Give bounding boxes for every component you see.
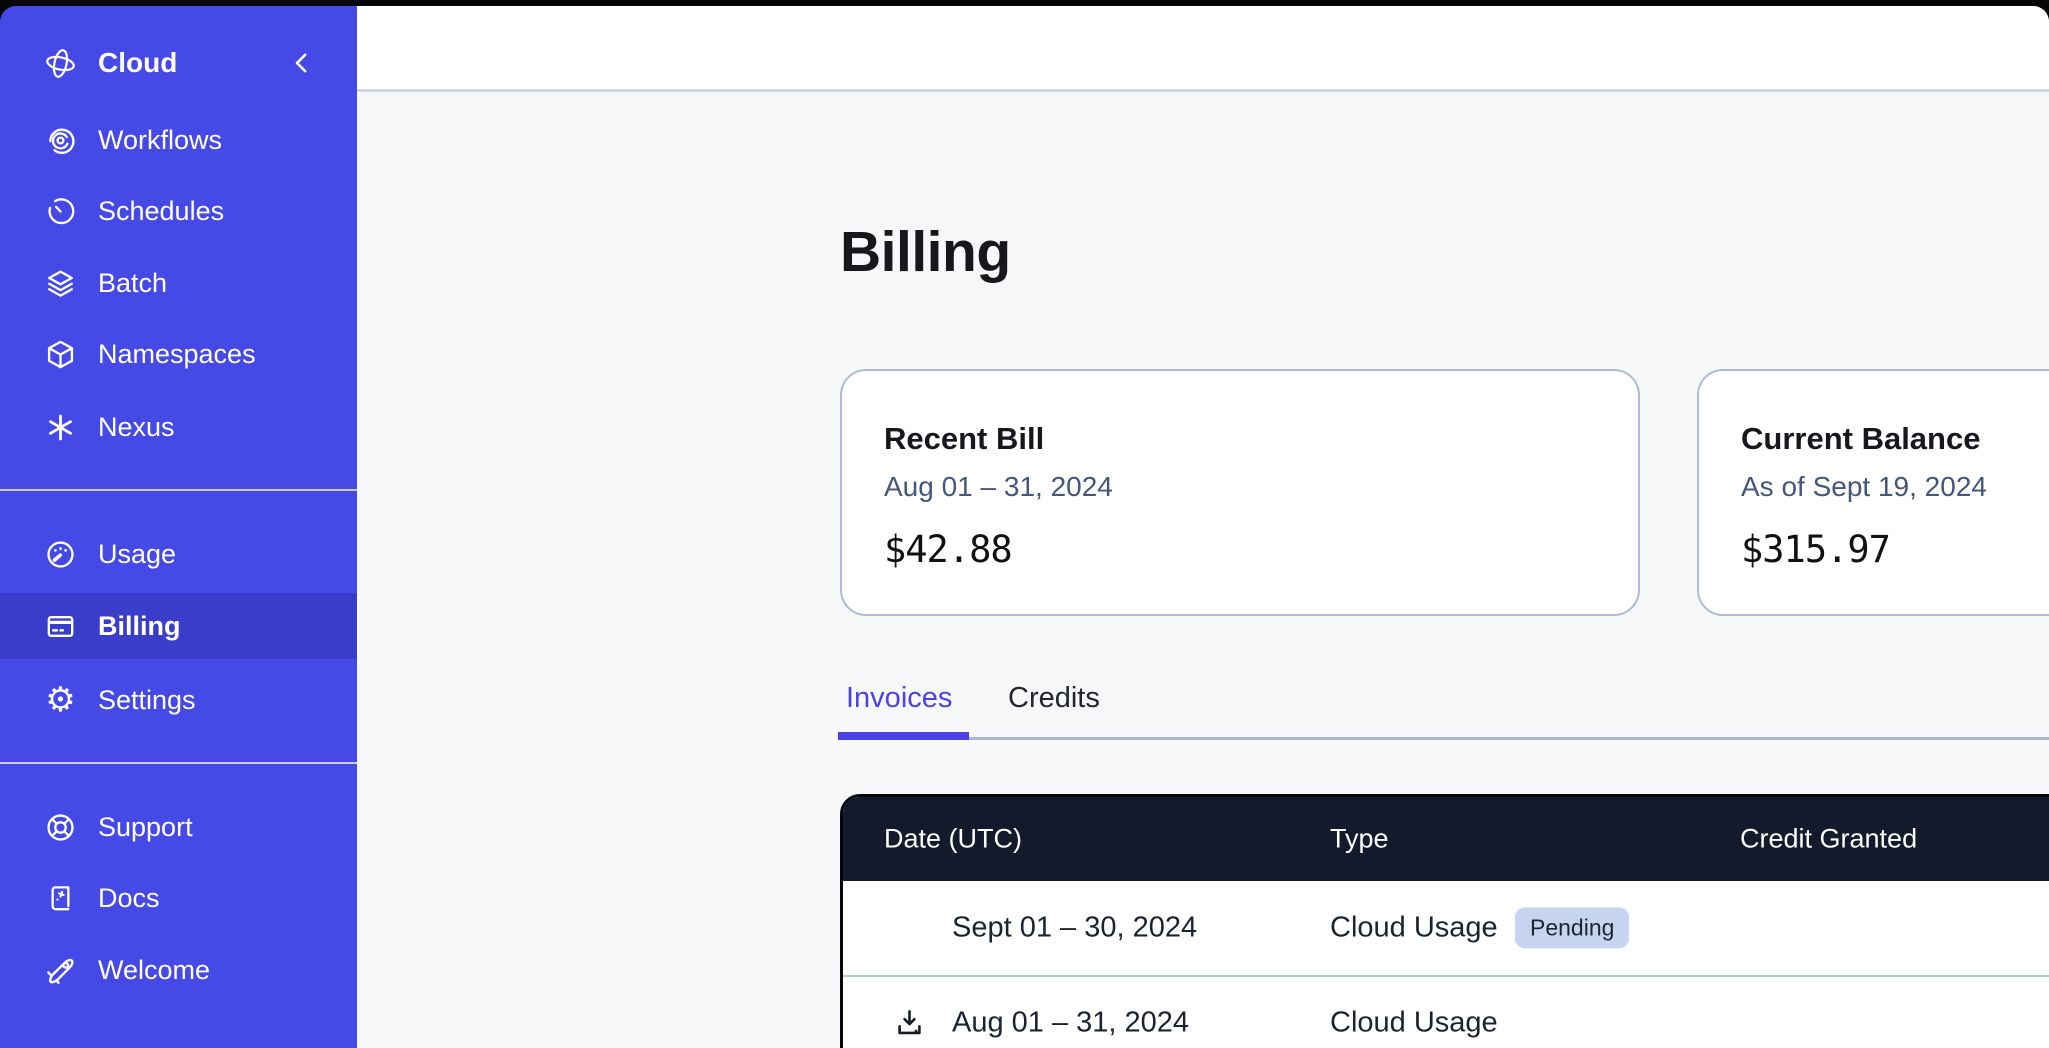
top-bar [357,6,2049,92]
card-period: Aug 01 – 31, 2024 [884,471,1113,503]
sidebar-divider [0,762,357,764]
settings-icon: ⚙ [44,684,77,717]
page-title: Billing [840,219,1011,285]
temporal-logo-icon [44,47,77,80]
brand-label: Cloud [98,47,177,79]
docs-icon [44,882,77,915]
tab-active-indicator [838,732,969,740]
sidebar-item-usage[interactable]: Usage [0,521,357,587]
download-icon [893,1007,926,1040]
sidebar: Cloud Workflows Schedule [0,6,357,1048]
billing-icon [44,610,77,643]
column-header-credit-granted: Credit Granted [1740,824,1917,855]
sidebar-item-support[interactable]: Support [0,794,357,860]
sidebar-item-label: Batch [98,268,167,299]
table-header: Date (UTC) Type Credit Granted [843,797,2049,881]
column-header-type: Type [1330,824,1389,855]
workflows-icon [44,124,77,157]
table-row[interactable]: Sept 01 – 30, 2024 Cloud Usage Pending [843,881,2049,975]
sidebar-item-label: Nexus [98,412,175,443]
sidebar-item-nexus[interactable]: Nexus [0,394,357,460]
welcome-rocket-icon [44,954,77,987]
sidebar-item-label: Workflows [98,125,222,156]
status-badge: Pending [1515,907,1629,948]
sidebar-item-label: Usage [98,539,176,570]
recent-bill-card: Recent Bill Aug 01 – 31, 2024 $42.88 [840,369,1640,616]
tab-invoices[interactable]: Invoices [846,682,952,715]
chevron-left-icon [287,48,317,78]
card-period: As of Sept 19, 2024 [1741,471,1987,503]
sidebar-item-schedules[interactable]: Schedules [0,178,357,244]
usage-icon [44,538,77,571]
invoice-type: Cloud Usage [1330,912,1498,945]
invoice-date: Sept 01 – 30, 2024 [952,912,1197,945]
app-window: Cloud Workflows Schedule [0,6,2049,1048]
batch-icon [44,267,77,300]
card-amount: $42.88 [884,528,1012,571]
main-content: Billing Recent Bill Aug 01 – 31, 2024 $4… [357,6,2049,1048]
invoice-date: Aug 01 – 31, 2024 [952,1007,1189,1040]
sidebar-item-settings[interactable]: ⚙ Settings [0,667,357,733]
sidebar-item-label: Namespaces [98,339,256,370]
sidebar-collapse-button[interactable] [287,48,317,78]
sidebar-brand[interactable]: Cloud [0,30,357,96]
support-icon [44,811,77,844]
sidebar-item-label: Billing [98,611,181,642]
nexus-icon [44,411,77,444]
sidebar-item-workflows[interactable]: Workflows [0,107,357,173]
card-title: Current Balance [1741,421,1980,457]
invoice-type: Cloud Usage [1330,1007,1498,1040]
sidebar-item-billing[interactable]: Billing [0,593,357,659]
sidebar-item-label: Schedules [98,196,224,227]
schedules-icon [44,195,77,228]
table-row[interactable]: Aug 01 – 31, 2024 Cloud Usage [843,975,2049,1048]
invoices-table: Date (UTC) Type Credit Granted Sept 01 –… [840,794,2049,1048]
sidebar-item-namespaces[interactable]: Namespaces [0,321,357,387]
column-header-date: Date (UTC) [884,824,1022,855]
sidebar-item-label: Support [98,812,193,843]
sidebar-item-label: Settings [98,685,196,716]
tab-underline-track [838,737,2049,740]
namespaces-icon [44,338,77,371]
sidebar-item-batch[interactable]: Batch [0,250,357,316]
card-amount: $315.97 [1741,528,1890,571]
sidebar-divider [0,489,357,491]
tab-credits[interactable]: Credits [1008,682,1100,715]
current-balance-card: Current Balance As of Sept 19, 2024 $315… [1697,369,2049,616]
sidebar-item-welcome[interactable]: Welcome [0,937,357,1003]
desktop-background: { "colors": { "sidebar_bg": "#4549e5", "… [0,0,2049,1048]
card-title: Recent Bill [884,421,1044,457]
download-invoice-button[interactable] [893,1007,926,1040]
sidebar-item-label: Docs [98,883,160,914]
sidebar-item-docs[interactable]: Docs [0,865,357,931]
sidebar-item-label: Welcome [98,955,210,986]
